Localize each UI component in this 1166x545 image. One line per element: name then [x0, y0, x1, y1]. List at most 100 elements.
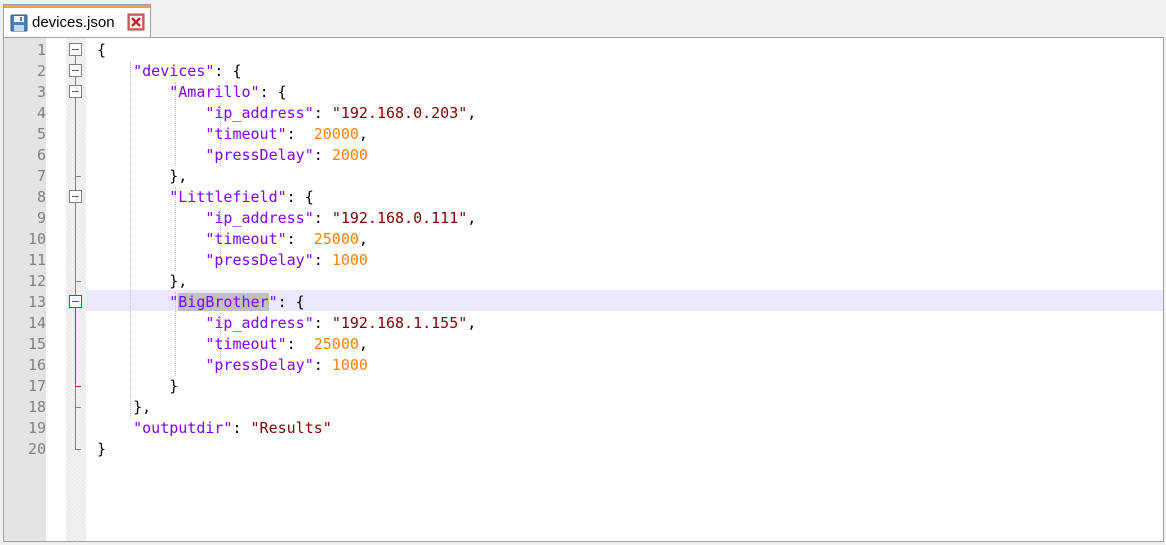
code-line: }, [97, 271, 187, 292]
code-line: "devices": { [97, 61, 242, 82]
json-string: "Results" [250, 419, 332, 437]
fold-end-marker [75, 407, 81, 408]
fold-line [75, 384, 76, 450]
fold-end-marker [75, 386, 81, 387]
save-icon [10, 14, 28, 32]
json-number: 2000 [331, 146, 368, 164]
punctuation: }, [133, 398, 152, 416]
punctuation: , [358, 230, 368, 248]
punctuation: : [313, 356, 332, 374]
code-line: } [97, 439, 106, 460]
punctuation: : [232, 419, 251, 437]
fold-margin [66, 38, 86, 541]
punctuation: : { [259, 83, 287, 101]
punctuation: : { [277, 293, 305, 311]
punctuation: }, [169, 167, 188, 185]
json-key: "pressDelay" [205, 251, 314, 269]
punctuation: : [313, 314, 332, 332]
code-line: "timeout": 20000, [97, 124, 368, 145]
line-number: 5 [36, 125, 46, 143]
line-number: 20 [27, 440, 46, 458]
line-number: 7 [36, 167, 46, 185]
json-number: 25000 [313, 230, 359, 248]
json-string: "192.168.0.203" [331, 104, 468, 122]
punctuation: : { [286, 188, 314, 206]
line-number: 9 [36, 209, 46, 227]
line-number: 1 [36, 41, 46, 59]
code-line: } [97, 376, 178, 397]
punctuation: , [467, 314, 477, 332]
code-line: }, [97, 166, 187, 187]
punctuation: : [313, 209, 332, 227]
line-number: 10 [27, 230, 46, 248]
fold-collapse-button[interactable] [69, 295, 82, 308]
fold-end-marker [75, 449, 81, 450]
code-editor[interactable]: 1 2 3 4 5 6 7 8 9 10 11 12 13 14 15 16 1… [3, 37, 1164, 542]
json-string: "192.168.1.155" [331, 314, 468, 332]
code-line: }, [97, 397, 151, 418]
json-key: "timeout" [205, 335, 287, 353]
code-line: "outputdir": "Results" [97, 418, 332, 439]
json-key: "devices" [133, 62, 215, 80]
line-number: 6 [36, 146, 46, 164]
line-number: 8 [36, 188, 46, 206]
code-line: "ip_address": "192.168.0.203", [97, 103, 476, 124]
line-number: 18 [27, 398, 46, 416]
line-number: 4 [36, 104, 46, 122]
line-number: 12 [27, 272, 46, 290]
json-number: 25000 [313, 335, 359, 353]
line-number: 2 [36, 62, 46, 80]
json-key: "pressDelay" [205, 356, 314, 374]
punctuation: , [467, 209, 477, 227]
json-key: "ip_address" [205, 104, 314, 122]
punctuation: , [358, 125, 368, 143]
punctuation: : [286, 335, 314, 353]
json-number: 1000 [331, 251, 368, 269]
code-line: "Amarillo": { [97, 82, 287, 103]
json-key: " [169, 293, 179, 311]
fold-end-marker [75, 176, 81, 177]
punctuation: : [313, 251, 332, 269]
punctuation: : [286, 230, 314, 248]
code-line: { [97, 40, 106, 61]
punctuation: : { [214, 62, 242, 80]
punctuation: : [286, 125, 314, 143]
line-number: 3 [36, 83, 46, 101]
tab-label: devices.json [32, 14, 115, 31]
code-line: "pressDelay": 1000 [97, 250, 368, 271]
code-line: "timeout": 25000, [97, 334, 368, 355]
line-number: 15 [27, 335, 46, 353]
fold-collapse-button[interactable] [69, 43, 82, 56]
code-line: "ip_address": "192.168.1.155", [97, 313, 476, 334]
fold-collapse-button[interactable] [69, 190, 82, 203]
line-number: 11 [27, 251, 46, 269]
tab-devices-json[interactable]: devices.json [3, 4, 151, 37]
fold-collapse-button[interactable] [69, 64, 82, 77]
line-number: 19 [27, 419, 46, 437]
line-number: 13 [27, 293, 46, 311]
punctuation: } [169, 377, 179, 395]
punctuation: , [358, 335, 368, 353]
json-key: "pressDelay" [205, 146, 314, 164]
json-key: " [268, 293, 278, 311]
selected-word[interactable]: BigBrother [178, 293, 269, 311]
brace: } [97, 440, 107, 458]
punctuation: , [467, 104, 477, 122]
tab-bar: devices.json [0, 0, 1166, 37]
code-line: "ip_address": "192.168.0.111", [97, 208, 476, 229]
punctuation: }, [169, 272, 188, 290]
fold-line-active [75, 298, 76, 384]
tab-active-indicator [4, 5, 150, 8]
close-icon[interactable] [127, 13, 145, 31]
fold-end-marker [75, 281, 81, 282]
json-string: "192.168.0.111" [331, 209, 468, 227]
json-key: "ip_address" [205, 209, 314, 227]
code-line: "pressDelay": 2000 [97, 145, 368, 166]
brace: { [97, 41, 107, 59]
json-number: 20000 [313, 125, 359, 143]
fold-collapse-button[interactable] [69, 85, 82, 98]
line-number: 17 [27, 377, 46, 395]
code-line-current: "BigBrother": { [97, 292, 305, 313]
punctuation: : [313, 104, 332, 122]
code-line: "Littlefield": { [97, 187, 314, 208]
